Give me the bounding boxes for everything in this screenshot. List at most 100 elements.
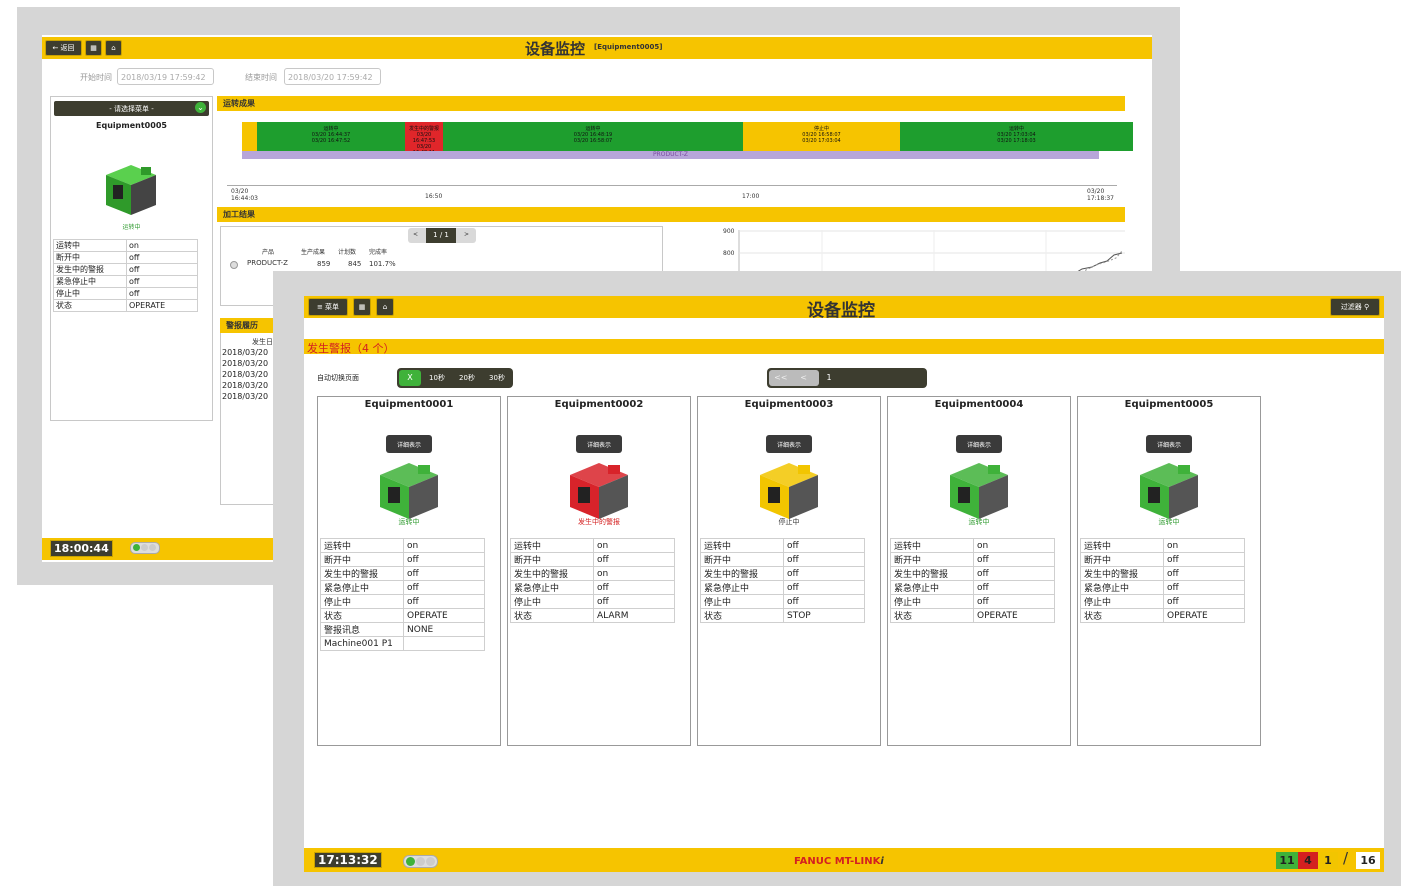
status-key: 状态 [1080,608,1164,623]
equipment-status: 运转中 [398,518,420,526]
timeline-segment[interactable]: 运转中 03/20 16:48:19 03/20 16:58:07 [443,122,743,151]
machine-icon [570,463,628,519]
start-time-input[interactable]: 2018/03/19 17:59:42 [117,68,214,85]
count-separator: / [1343,849,1349,867]
status-row: 发生中的警报 off [53,263,198,276]
col-output: 生产成果 [301,249,326,256]
status-value: STOP [783,608,865,623]
status-row: 运转中 on [1080,538,1245,553]
autoswitch-10s[interactable]: 10秒 [423,370,451,386]
detail-button[interactable]: 详细表示 [576,435,622,453]
status-table: 运转中 on 断开中 off 发生中的警报 off 紧急停止中 off 停止中 off 状态 OPER… [320,538,485,651]
status-value: off [593,594,675,609]
product-bar: PRODUCT-Z [242,151,1099,159]
status-row: 状态 STOP [700,608,865,623]
brand-logo: FANUC MT-LINKi [794,856,884,867]
status-key: 紧急停止中 [53,275,127,288]
detail-button[interactable]: 详细表示 [386,435,432,453]
status-row: 发生中的警报 off [700,566,865,581]
detail-button[interactable]: 详细表示 [956,435,1002,453]
signal-lamp-icon [403,855,438,868]
count-operating: 11 [1276,852,1298,869]
detail-button[interactable]: 详细表示 [1146,435,1192,453]
alarm-date: 2018/03/20 [222,392,269,401]
status-value: ALARM [593,608,675,623]
autoswitch-20s[interactable]: 20秒 [453,370,481,386]
status-row: 状态 OPERATE [890,608,1055,623]
status-row: 停止中 off [700,594,865,609]
status-row: 停止中 off [890,594,1055,609]
machine-icon [760,463,818,519]
autoswitch-30s[interactable]: 30秒 [483,370,511,386]
alarm-date-col: 发生日 [252,338,273,346]
arrow-left-icon: ← [52,44,61,52]
status-key: 运转中 [1080,538,1164,553]
status-value: off [783,594,865,609]
start-time-label: 开始时间 [80,73,112,82]
status-value: off [1163,566,1245,581]
timeline-axis [227,185,1117,186]
timeline-segment [242,122,257,151]
status-row: 停止中 off [1080,594,1245,609]
timeline-segment-text: 03/20 17:18:03 [997,138,1036,144]
status-value: OPERATE [1163,608,1245,623]
row-radio[interactable] [230,261,238,269]
timeline-segment-text: 03/20 16:47:53 [412,132,436,144]
status-row: 停止中 off [53,287,198,300]
status-value: off [126,287,198,300]
status-key: 警报讯息 [320,622,404,637]
grid-button[interactable]: ▦ [85,40,102,56]
timeline-segment[interactable]: 运转中 03/20 16:44:37 03/20 16:47:52 [257,122,405,151]
pager-current: 1 / 1 [426,228,456,243]
status-row: 发生中的警报 off [1080,566,1245,581]
status-row: 断开中 off [320,552,485,567]
home-button[interactable]: ⌂ [376,298,394,316]
status-key: 断开中 [510,552,594,567]
grid-button[interactable]: ▦ [353,298,371,316]
autoswitch-off[interactable]: X [399,370,421,386]
timeline-segment[interactable]: 发生中的警报03/20 16:47:5303/20 16:48:11 [405,122,443,151]
status-key: 发生中的警报 [1080,566,1164,581]
axis-tick: 03/20 17:18:37 [1087,188,1114,202]
timeline-segment[interactable]: 运转中 03/20 17:03:04 03/20 17:18:03 [900,122,1133,151]
detail-button[interactable]: 详细表示 [766,435,812,453]
status-value: on [403,538,485,553]
status-value: off [126,263,198,276]
status-key: Machine001 P1 [320,636,404,651]
status-value: off [973,580,1055,595]
autoswitch-group: X 10秒 20秒 30秒 [397,368,513,388]
status-key: 发生中的警报 [510,566,594,581]
pager-current[interactable]: 1 [821,370,837,386]
signal-lamp-icon [130,542,160,554]
status-key: 断开中 [53,251,127,264]
status-row: 断开中 off [700,552,865,567]
status-row: Machine001 P1 [320,636,485,651]
filter-button[interactable]: 过滤器 ⚲ [1330,298,1380,316]
menu-select[interactable]: - 请选择菜单 - ⌄ [54,101,209,116]
status-value: off [973,566,1055,581]
status-row: 运转中 on [890,538,1055,553]
equipment-card: Equipment0004 详细表示 运转中 运转中 on 断开中 off 发生中的警报 off… [887,396,1071,746]
status-row: 发生中的警报 off [320,566,485,581]
pager-prev[interactable]: < [413,231,418,238]
status-row: 运转中 on [320,538,485,553]
chart-tick: 900 [723,228,735,235]
product-output: 859 [317,260,331,268]
operation-result-header: 运转成果 [217,96,1125,111]
status-row: 发生中的警报 on [510,566,675,581]
count-alarm: 4 [1298,852,1318,869]
status-key: 紧急停止中 [510,580,594,595]
menu-button[interactable]: ≡ 菜单 [308,298,348,316]
status-key: 运转中 [510,538,594,553]
status-row: 状态 OPERATE [1080,608,1245,623]
pager-first-prev[interactable]: << < [769,370,819,386]
status-table: 运转中 on 断开中 off 发生中的警报 on 紧急停止中 off 停止中 off 状态 ALARM [510,538,675,623]
home-button[interactable]: ⌂ [105,40,122,56]
equipment-card: Equipment0002 详细表示 发生中的警报 运转中 on 断开中 off 发生中的警报… [507,396,691,746]
pager-next[interactable]: > [464,231,469,238]
timeline-segment[interactable]: 停止中 03/20 16:58:07 03/20 17:03:04 [743,122,900,151]
end-time-input[interactable]: 2018/03/20 17:59:42 [284,68,381,85]
equipment-card: Equipment0001 详细表示 运转中 运转中 on 断开中 off 发生中的警报 off… [317,396,501,746]
page-pager: << < 1 [767,368,927,388]
back-button[interactable]: ← 返回 [45,40,82,56]
